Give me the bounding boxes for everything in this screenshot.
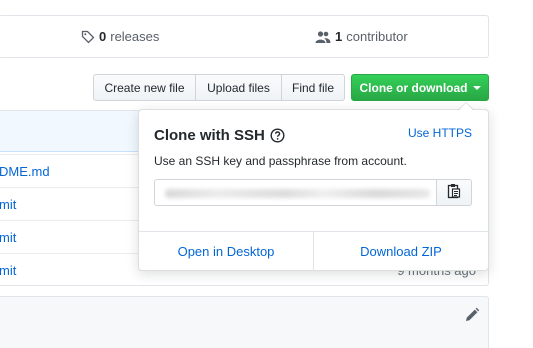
- contributors-label: contributor: [346, 29, 408, 44]
- use-https-link[interactable]: Use HTTPS: [408, 126, 472, 140]
- file-name[interactable]: mit: [0, 263, 16, 278]
- clone-url-input[interactable]: [154, 179, 437, 206]
- contributors-count: 1: [335, 29, 343, 44]
- repo-stats-bar: 0 releases 1 contributor: [0, 15, 489, 58]
- create-new-file-button[interactable]: Create new file: [93, 74, 196, 101]
- clone-description: Use an SSH key and passphrase from accou…: [154, 154, 407, 168]
- clone-button-label: Clone or download: [359, 80, 468, 95]
- clipboard-icon: [447, 183, 461, 202]
- question-icon[interactable]: [270, 128, 285, 143]
- open-in-desktop-button[interactable]: Open in Desktop: [139, 232, 313, 271]
- find-file-button[interactable]: Find file: [281, 74, 345, 101]
- file-name[interactable]: mit: [0, 230, 16, 245]
- releases-count: 0: [99, 29, 107, 44]
- releases-stat[interactable]: 0 releases: [81, 29, 159, 44]
- file-name[interactable]: mit: [0, 197, 16, 212]
- clone-title: Clone with SSH: [154, 127, 285, 144]
- download-zip-button[interactable]: Download ZIP: [313, 232, 488, 271]
- caret-down-icon: [472, 86, 481, 90]
- clone-dropdown: Clone with SSH Use HTTPS Use an SSH key …: [138, 102, 489, 271]
- releases-label: releases: [110, 29, 160, 44]
- clone-title-text: Clone with SSH: [154, 127, 265, 144]
- tag-icon: [81, 30, 95, 44]
- contributors-stat[interactable]: 1 contributor: [315, 29, 408, 44]
- file-name[interactable]: DME.md: [0, 164, 50, 179]
- copy-url-button[interactable]: [436, 179, 472, 206]
- redacted-url: [165, 189, 430, 198]
- people-icon: [315, 30, 331, 44]
- upload-files-button[interactable]: Upload files: [195, 74, 282, 101]
- clone-actions: Open in Desktop Download ZIP: [139, 231, 488, 271]
- pencil-icon[interactable]: [463, 306, 481, 324]
- readme-header: [0, 296, 489, 348]
